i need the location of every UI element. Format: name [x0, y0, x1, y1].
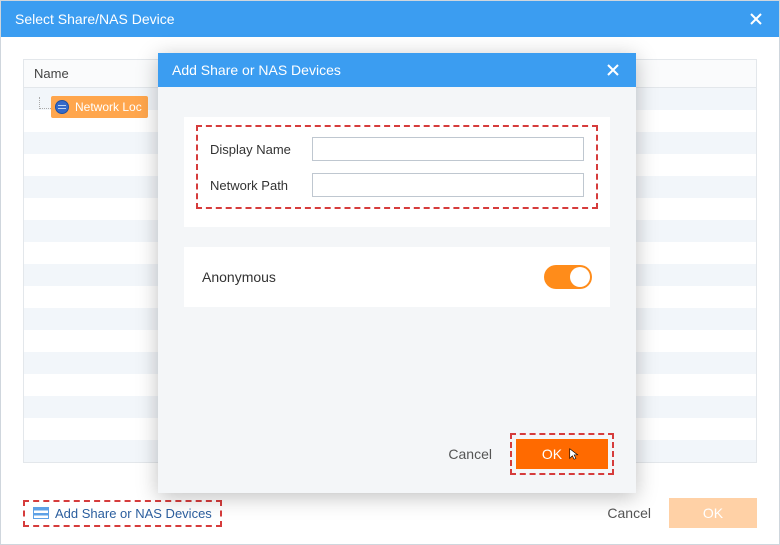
display-name-input[interactable] — [312, 137, 584, 161]
anonymous-label: Anonymous — [202, 269, 276, 285]
cancel-button[interactable]: Cancel — [448, 446, 492, 462]
form-panel: Display Name Network Path — [184, 117, 610, 227]
add-share-body: Display Name Network Path Anonymous — [158, 87, 636, 307]
network-path-row: Network Path — [210, 173, 584, 197]
anonymous-toggle[interactable] — [544, 265, 592, 289]
select-share-titlebar: Select Share/NAS Device — [1, 1, 779, 37]
network-path-label: Network Path — [210, 178, 302, 193]
add-share-dialog: Add Share or NAS Devices Display Name Ne… — [158, 53, 636, 493]
ok-button-disabled: OK — [669, 498, 757, 528]
cursor-icon — [568, 447, 582, 461]
sidebar-item-label: Network Loc — [75, 100, 142, 114]
close-icon[interactable] — [604, 61, 622, 79]
display-name-row: Display Name — [210, 137, 584, 161]
form-highlight-group: Display Name Network Path — [196, 125, 598, 209]
list-icon — [33, 507, 49, 519]
close-icon[interactable] — [747, 10, 765, 28]
network-path-input[interactable] — [312, 173, 584, 197]
add-share-title: Add Share or NAS Devices — [172, 53, 341, 87]
ok-button[interactable]: OK — [516, 439, 608, 469]
sidebar-item-network-location[interactable]: Network Loc — [51, 96, 148, 118]
select-share-actions: Cancel OK — [607, 498, 757, 528]
globe-icon — [55, 100, 69, 114]
select-share-footer: Add Share or NAS Devices Cancel OK — [23, 498, 757, 528]
toggle-knob — [570, 267, 590, 287]
tree-connector — [39, 97, 51, 109]
select-share-title: Select Share/NAS Device — [15, 1, 175, 37]
ok-label: OK — [542, 446, 562, 462]
ok-highlight-wrap: OK — [510, 433, 614, 475]
add-share-footer: Cancel OK — [448, 433, 614, 475]
add-share-link[interactable]: Add Share or NAS Devices — [23, 500, 222, 527]
add-share-label: Add Share or NAS Devices — [55, 506, 212, 521]
anonymous-panel: Anonymous — [184, 247, 610, 307]
cancel-button[interactable]: Cancel — [607, 505, 651, 521]
display-name-label: Display Name — [210, 142, 302, 157]
add-share-titlebar: Add Share or NAS Devices — [158, 53, 636, 87]
